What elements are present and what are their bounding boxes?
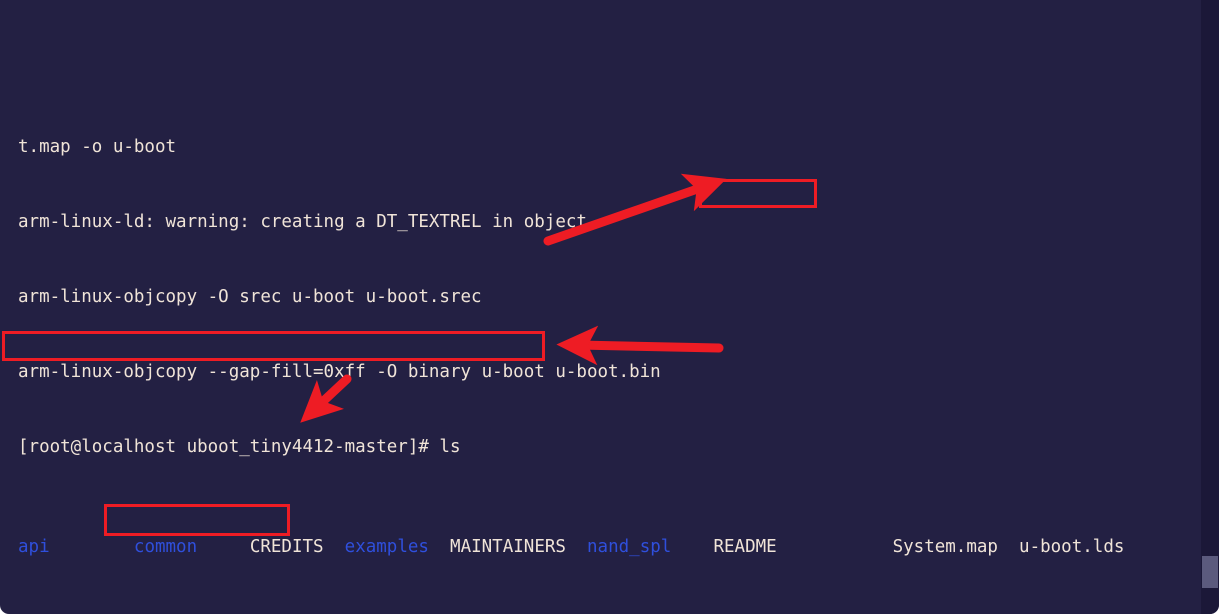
file-system-map[interactable]: System.map	[893, 537, 998, 557]
terminal-line: arm-linux-ld: warning: creating a DT_TEX…	[18, 210, 1190, 235]
scrollbar-thumb[interactable]	[1202, 556, 1218, 588]
file-api[interactable]: api	[18, 537, 50, 557]
terminal-line: t.map -o u-boot	[18, 135, 1190, 160]
terminal-line-command-ls: [root@localhost uboot_tiny4412-master]# …	[18, 435, 1190, 460]
terminal-line	[18, 75, 1190, 85]
line-text: arm-linux-objcopy --gap-fill=0xff -O bin…	[18, 362, 661, 382]
file-uboot-lds[interactable]: u-boot.lds	[1019, 537, 1124, 557]
file-credits[interactable]: CREDITS	[250, 537, 324, 557]
terminal-line: arm-linux-objcopy --gap-fill=0xff -O bin…	[18, 360, 1190, 385]
terminal-line: arm-linux-objcopy -O srec u-boot u-boot.…	[18, 285, 1190, 310]
line-text: arm-linux-ld: warning: creating a DT_TEX…	[18, 212, 598, 232]
file-maintainers[interactable]: MAINTAINERS	[450, 537, 566, 557]
line-text: t.map -o u-boot	[18, 137, 177, 157]
file-nand-spl[interactable]: nand_spl	[587, 537, 671, 557]
listing-row: api common CREDITS examples MAINTAINERS …	[18, 535, 1190, 560]
terminal-screen[interactable]: t.map -o u-boot arm-linux-ld: warning: c…	[0, 0, 1190, 614]
line-text	[18, 77, 798, 85]
file-common[interactable]: common	[134, 537, 197, 557]
terminal-window[interactable]: t.map -o u-boot arm-linux-ld: warning: c…	[0, 0, 1219, 614]
scrollbar-track[interactable]	[1201, 0, 1219, 614]
line-text: [root@localhost uboot_tiny4412-master]# …	[18, 437, 461, 457]
file-examples[interactable]: examples	[345, 537, 429, 557]
file-readme[interactable]: README	[713, 537, 776, 557]
line-text: arm-linux-objcopy -O srec u-boot u-boot.…	[18, 287, 482, 307]
